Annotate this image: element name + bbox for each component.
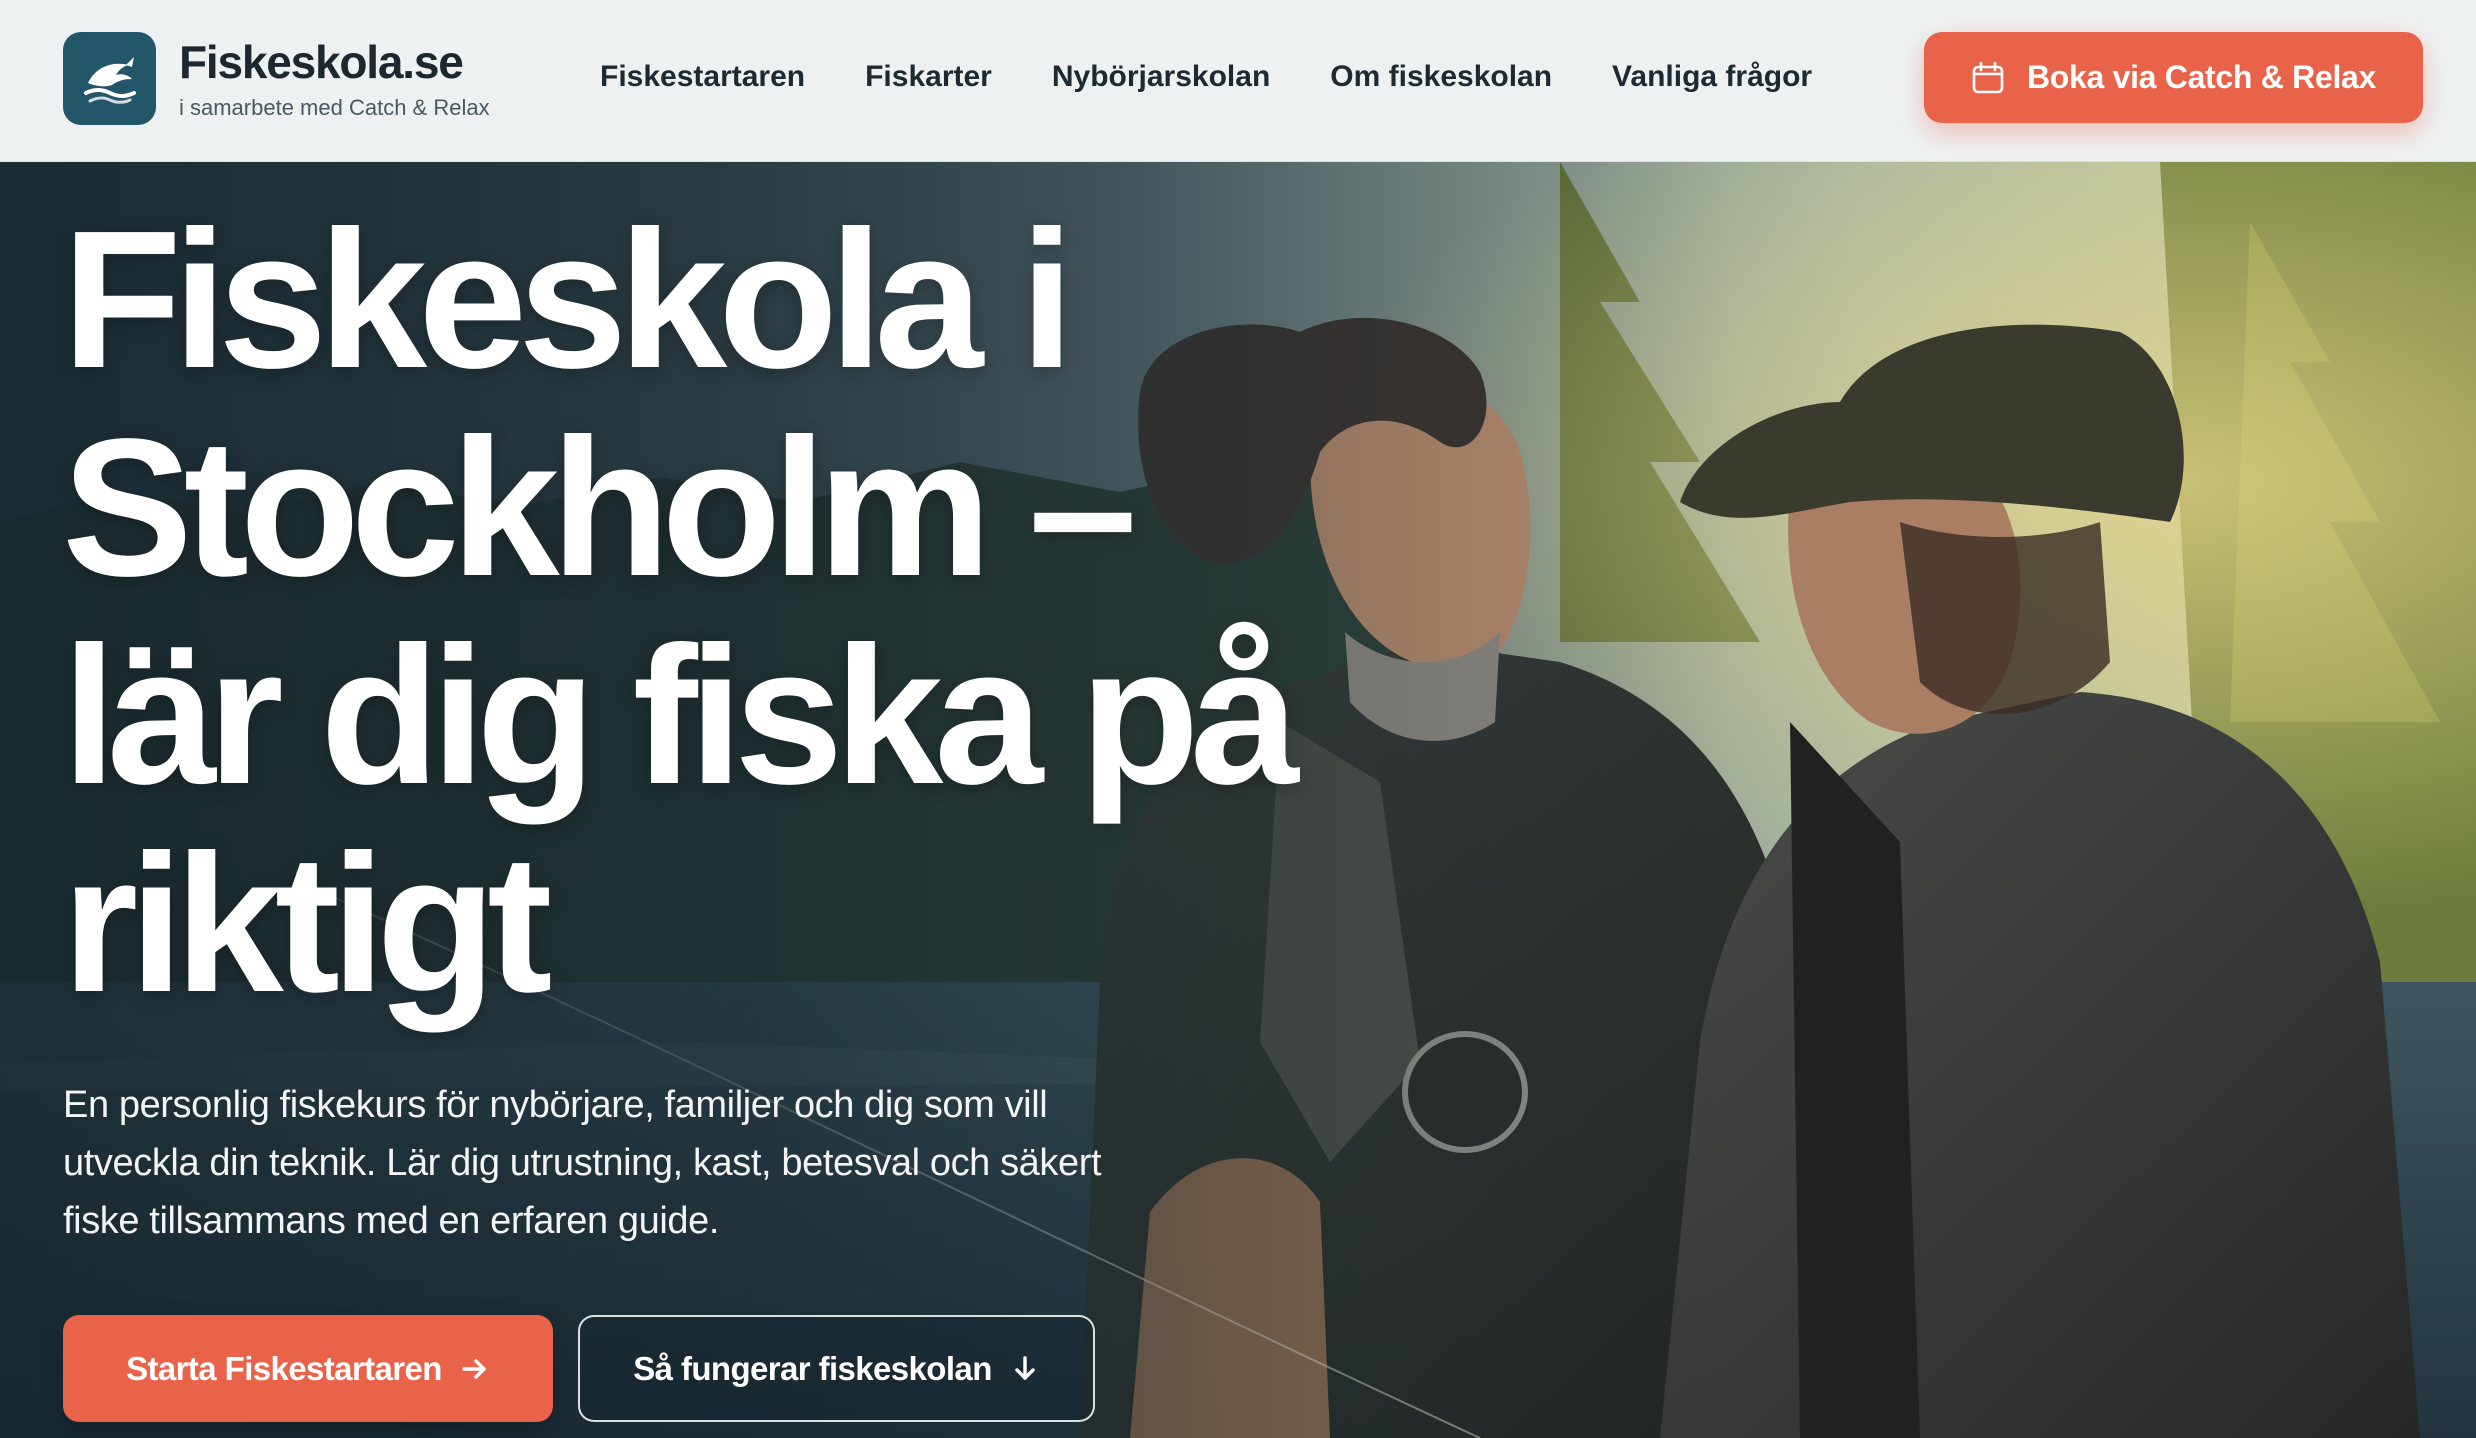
calendar-icon	[1971, 61, 2005, 95]
arrow-down-icon	[1010, 1354, 1040, 1384]
page: Fiskeskola.se i samarbete med Catch & Re…	[0, 0, 2476, 1438]
main-nav: Fiskestartaren Fiskarter Nybörjarskolan …	[600, 56, 1812, 98]
secondary-cta-label: Så fungerar fiskeskolan	[633, 1349, 992, 1387]
brand-text: Fiskeskola.se i samarbete med Catch & Re…	[179, 37, 490, 121]
arrow-right-icon	[460, 1354, 490, 1384]
brand-tagline: i samarbete med Catch & Relax	[179, 94, 490, 120]
nav-item-nyborjarskolan[interactable]: Nybörjarskolan	[1052, 56, 1270, 98]
hero-title: Fiskeskola i Stockholm – lär dig fiska p…	[62, 190, 1299, 1033]
book-button-label: Boka via Catch & Relax	[2026, 59, 2377, 95]
leaping-fish-icon	[63, 32, 156, 125]
nav-item-vanliga-fragor[interactable]: Vanliga frågor	[1612, 56, 1812, 98]
book-via-catch-relax-button[interactable]: Boka via Catch & Relax	[1924, 32, 2423, 123]
brand-name: Fiskeskola.se	[179, 35, 464, 88]
hero-section: Fiskeskola i Stockholm – lär dig fiska p…	[0, 162, 2476, 1438]
nav-item-om-fiskeskolan[interactable]: Om fiskeskolan	[1330, 56, 1552, 98]
primary-cta-label: Starta Fiskestartaren	[126, 1349, 442, 1387]
hero-description: En personlig fiskekurs för nybörjare, fa…	[63, 1084, 1102, 1242]
brand-logo-link[interactable]: Fiskeskola.se i samarbete med Catch & Re…	[63, 32, 490, 125]
hero-cta-row: Starta Fiskestartaren Så fungerar fiskes…	[63, 1315, 1095, 1422]
how-it-works-button[interactable]: Så fungerar fiskeskolan	[578, 1315, 1095, 1422]
nav-item-fiskestartaren[interactable]: Fiskestartaren	[600, 56, 805, 98]
site-header: Fiskeskola.se i samarbete med Catch & Re…	[0, 0, 2476, 162]
start-fiskestartaren-button[interactable]: Starta Fiskestartaren	[63, 1315, 553, 1422]
nav-item-fiskarter[interactable]: Fiskarter	[865, 56, 992, 98]
